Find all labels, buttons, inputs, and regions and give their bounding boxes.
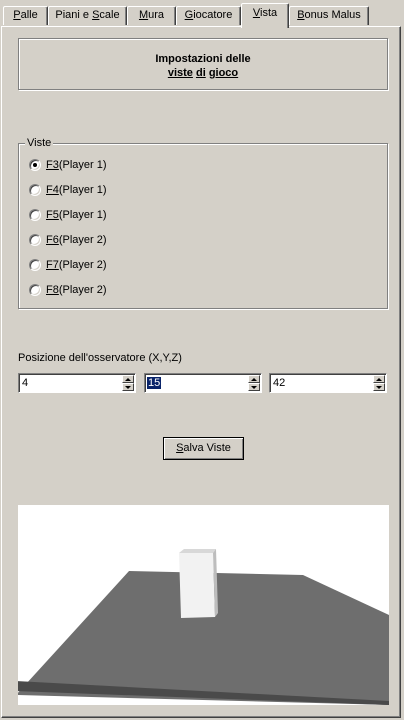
observer-y-spinbox[interactable]: 15 bbox=[144, 373, 262, 393]
radio-key: F4 bbox=[46, 184, 59, 196]
tab-label: iocatore bbox=[193, 9, 233, 21]
radio-view-f5[interactable]: F5 (Player 1) bbox=[29, 207, 107, 223]
view-preview-3d bbox=[18, 505, 389, 705]
button-label: alva Viste bbox=[183, 442, 231, 454]
spin-arrows bbox=[373, 375, 385, 391]
observer-z-spinbox[interactable]: 42 bbox=[269, 373, 387, 393]
radio-view-f3[interactable]: F3 (Player 1) bbox=[29, 157, 107, 173]
radio-key: F7 bbox=[46, 259, 59, 271]
spin-down-icon[interactable] bbox=[373, 383, 385, 391]
radio-view-f7[interactable]: F7 (Player 2) bbox=[29, 257, 107, 273]
subtitle-word: viste bbox=[167, 67, 193, 79]
spin-up-icon[interactable] bbox=[122, 375, 134, 383]
tab-label-key: B bbox=[297, 9, 305, 21]
tab-piani-e-scale[interactable]: Piani e Scale bbox=[48, 6, 127, 25]
spin-down-icon[interactable] bbox=[248, 383, 260, 391]
radio-label: (Player 1) bbox=[58, 209, 107, 221]
radio-button[interactable] bbox=[29, 209, 41, 221]
subtitle-word: gioco bbox=[208, 67, 239, 79]
spin-up-icon[interactable] bbox=[373, 375, 385, 383]
radio-view-f8[interactable]: F8 (Player 2) bbox=[29, 282, 107, 298]
tab-strip: Palle Piani e Scale Mura Giocatore Vista… bbox=[0, 0, 404, 28]
subtitle-word: di bbox=[195, 67, 206, 79]
radio-label: (Player 2) bbox=[58, 234, 107, 246]
tab-label: ista bbox=[260, 7, 278, 19]
tab-mura[interactable]: Mura bbox=[127, 6, 176, 25]
observer-position-label: Posizione dell'osservatore (X,Y,Z) bbox=[18, 352, 182, 364]
radio-key: F8 bbox=[46, 284, 59, 296]
tab-label-key: P bbox=[13, 9, 21, 21]
radio-key: F3 bbox=[46, 159, 59, 171]
spin-arrows bbox=[248, 375, 260, 391]
radio-label: (Player 2) bbox=[58, 259, 107, 271]
radio-label: (Player 2) bbox=[58, 284, 107, 296]
tab-page-vista: Impostazioni delle viste di gioco Viste … bbox=[1, 26, 401, 718]
tab-label: cale bbox=[99, 9, 120, 21]
page-title: Impostazioni delle bbox=[155, 53, 251, 65]
tab-label-key: V bbox=[252, 7, 260, 19]
spin-arrows bbox=[122, 375, 134, 391]
tab-label: Piani e bbox=[55, 9, 93, 21]
radio-button[interactable] bbox=[29, 234, 41, 246]
views-groupbox: Viste F3 (Player 1) F4 (Player 1) F5 (Pl… bbox=[18, 137, 388, 309]
tab-giocatore[interactable]: Giocatore bbox=[176, 6, 241, 25]
spin-down-icon[interactable] bbox=[122, 383, 134, 391]
block-top bbox=[179, 549, 216, 553]
observer-y-value: 15 bbox=[147, 377, 162, 389]
observer-z-value: 42 bbox=[273, 377, 286, 389]
scene-svg bbox=[18, 549, 389, 705]
radio-button[interactable] bbox=[29, 159, 41, 171]
tab-label-key: M bbox=[138, 9, 149, 21]
tab-bonus-malus[interactable]: Bonus Malus bbox=[289, 6, 369, 25]
radio-key: F5 bbox=[46, 209, 59, 221]
observer-x-spinbox[interactable]: 4 bbox=[18, 373, 136, 393]
radio-view-f4[interactable]: F4 (Player 1) bbox=[29, 182, 107, 198]
radio-view-f6[interactable]: F6 (Player 2) bbox=[29, 232, 107, 248]
radio-button[interactable] bbox=[29, 184, 41, 196]
tab-label: alle bbox=[20, 9, 38, 21]
radio-button[interactable] bbox=[29, 259, 41, 271]
tab-palle[interactable]: Palle bbox=[3, 6, 48, 25]
observer-x-value: 4 bbox=[22, 377, 29, 389]
header-panel: Impostazioni delle viste di gioco bbox=[18, 38, 388, 90]
tab-label-key: G bbox=[184, 9, 194, 21]
radio-label: (Player 1) bbox=[58, 184, 107, 196]
radio-label: (Player 1) bbox=[58, 159, 107, 171]
radio-key: F6 bbox=[46, 234, 59, 246]
save-views-button[interactable]: Salva Viste bbox=[163, 437, 244, 460]
tab-vista[interactable]: Vista bbox=[241, 3, 289, 28]
tab-label: onus Malus bbox=[304, 9, 361, 21]
page-subtitle: viste di gioco bbox=[19, 67, 387, 79]
block-front bbox=[179, 553, 215, 618]
tab-label: ura bbox=[148, 9, 165, 21]
spin-up-icon[interactable] bbox=[248, 375, 260, 383]
views-groupbox-legend: Viste bbox=[25, 137, 54, 149]
radio-button[interactable] bbox=[29, 284, 41, 296]
